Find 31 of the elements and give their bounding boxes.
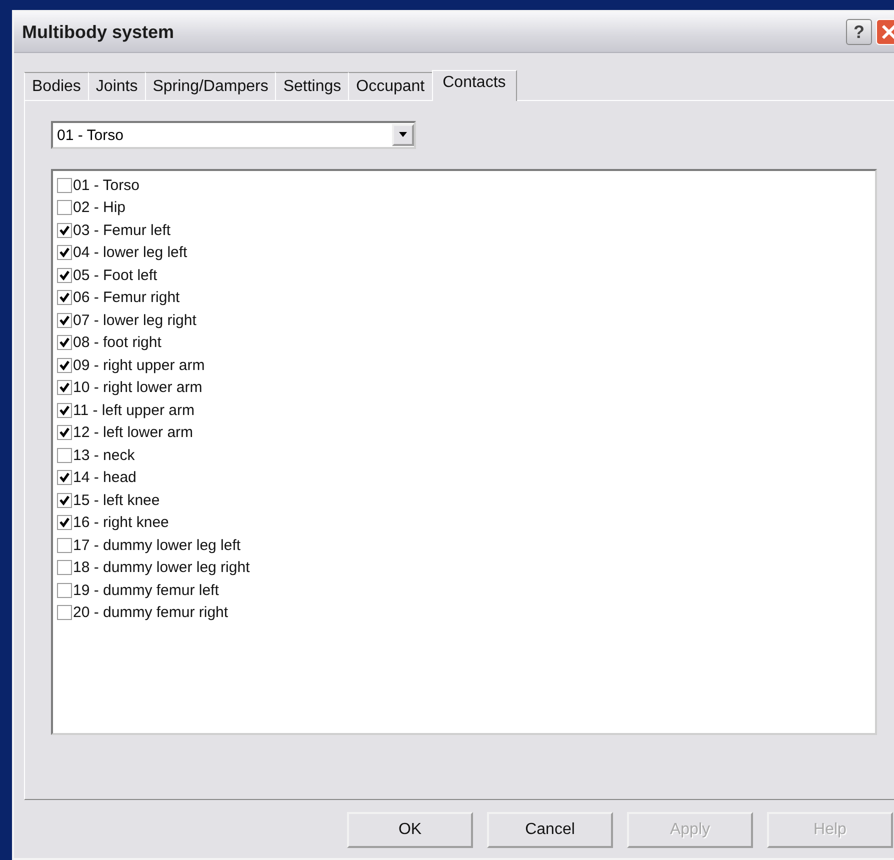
- checkbox-label: 04 - lower leg left: [73, 244, 188, 262]
- checkbox-label: 06 - Femur right: [73, 289, 180, 306]
- checkbox-label: 07 - lower leg right: [73, 312, 196, 329]
- tab[interactable]: Bodies: [24, 72, 89, 100]
- tab[interactable]: Spring/Dampers: [144, 72, 276, 100]
- checkbox-label: 02 - Hip: [73, 199, 126, 216]
- tab[interactable]: Joints: [88, 72, 146, 100]
- help-button[interactable]: ?: [846, 19, 872, 45]
- checkbox-label: 13 - neck: [73, 446, 135, 464]
- checkbox-label: 01 - Torso: [73, 176, 140, 194]
- tab[interactable]: Contacts: [432, 70, 517, 101]
- checkbox-label: 11 - left upper arm: [73, 402, 194, 419]
- checkbox-label: 18 - dummy lower leg right: [73, 559, 250, 576]
- checkbox-label: 20 - dummy femur right: [73, 604, 228, 622]
- window-title: Multibody system: [22, 22, 176, 42]
- dialog-button[interactable]: OK: [347, 812, 473, 848]
- checkbox-label: 10 - right lower arm: [73, 379, 202, 396]
- checkbox-label: 16 - right knee: [73, 514, 169, 532]
- checkbox-label: 19 - dummy femur left: [73, 582, 219, 599]
- checkbox-label: 03 - Femur left: [73, 222, 171, 239]
- checkbox-label: 05 - Foot left: [73, 266, 158, 284]
- body-dropdown[interactable]: 01 - Torso: [51, 121, 416, 149]
- tab[interactable]: Settings: [275, 72, 350, 100]
- dialog-button[interactable]: Cancel: [487, 812, 613, 848]
- checkbox-label: 17 - dummy lower leg left: [73, 536, 241, 554]
- checkbox-label: 14 - head: [73, 469, 136, 486]
- checkbox-label: 15 - left knee: [73, 492, 160, 509]
- checkbox-label: 12 - left lower arm: [73, 424, 194, 442]
- checkbox-label: 09 - right upper arm: [73, 356, 205, 374]
- checkbox-label: 08 - foot right: [73, 334, 162, 352]
- tab[interactable]: Occupant: [348, 72, 433, 100]
